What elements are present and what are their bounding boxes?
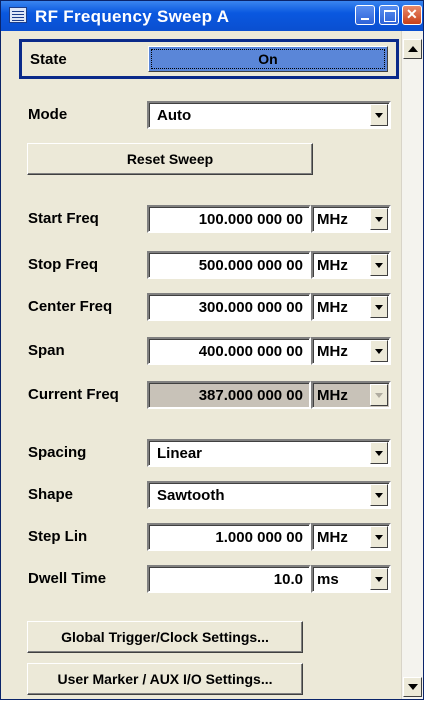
center-freq-unit-select[interactable]: MHz [311, 293, 391, 321]
step-lin-value: 1.000 000 00 [215, 529, 303, 546]
chevron-down-icon[interactable] [370, 442, 388, 464]
user-marker-aux-io-settings-button[interactable]: User Marker / AUX I/O Settings... [27, 663, 303, 695]
minimize-button[interactable] [355, 5, 375, 25]
stop-freq-unit-select[interactable]: MHz [311, 251, 391, 279]
state-row: State On [19, 39, 399, 79]
scroll-up-icon[interactable] [403, 39, 422, 59]
stop-freq-input[interactable]: 500.000 000 00 [147, 251, 311, 279]
step-lin-unit: MHz [317, 529, 348, 546]
current-freq-unit-select: MHz [311, 381, 391, 409]
span-unit-select[interactable]: MHz [311, 337, 391, 365]
chevron-down-icon[interactable] [370, 296, 388, 318]
title-bar[interactable]: RF Frequency Sweep A [1, 1, 423, 31]
window-title: RF Frequency Sweep A [35, 7, 230, 26]
start-freq-unit-select[interactable]: MHz [311, 205, 391, 233]
maximize-button[interactable] [379, 5, 399, 25]
dwell-time-unit: ms [317, 571, 339, 588]
state-toggle-button[interactable]: On [148, 46, 388, 72]
reset-sweep-button[interactable]: Reset Sweep [27, 143, 313, 175]
shape-value: Sawtooth [157, 487, 225, 504]
state-label: State [30, 51, 67, 68]
start-freq-unit: MHz [317, 211, 348, 228]
chevron-down-icon[interactable] [370, 340, 388, 362]
dwell-time-unit-select[interactable]: ms [311, 565, 391, 593]
dwell-time-value: 10.0 [273, 571, 303, 588]
step-lin-label: Step Lin [28, 528, 88, 545]
close-button[interactable] [402, 5, 422, 25]
spacing-value: Linear [157, 445, 203, 462]
state-value: On [151, 49, 385, 69]
shape-select[interactable]: Sawtooth [147, 481, 391, 509]
current-freq-label: Current Freq [28, 386, 119, 403]
chevron-down-icon[interactable] [370, 208, 388, 230]
window-menu-icon[interactable] [9, 7, 27, 23]
current-freq-value: 387.000 000 00 [198, 387, 303, 404]
span-input[interactable]: 400.000 000 00 [147, 337, 311, 365]
mode-select[interactable]: Auto [147, 101, 391, 129]
span-unit: MHz [317, 343, 348, 360]
sweep-dialog: RF Frequency Sweep A State On Mode Auto … [0, 0, 424, 700]
dialog-content: State On Mode Auto Reset Sweep Start Fre… [1, 31, 401, 699]
dwell-time-input[interactable]: 10.0 [147, 565, 311, 593]
start-freq-label: Start Freq [28, 210, 99, 227]
stop-freq-label: Stop Freq [28, 256, 98, 273]
stop-freq-value: 500.000 000 00 [198, 257, 303, 274]
step-lin-unit-select[interactable]: MHz [311, 523, 391, 551]
dwell-time-label: Dwell Time [28, 570, 107, 587]
mode-label: Mode [28, 106, 68, 123]
start-freq-input[interactable]: 100.000 000 00 [147, 205, 311, 233]
chevron-down-icon [370, 384, 388, 406]
center-freq-label: Center Freq [28, 298, 113, 315]
mode-value: Auto [157, 107, 192, 124]
chevron-down-icon[interactable] [370, 254, 388, 276]
scroll-down-icon[interactable] [403, 677, 422, 697]
start-freq-value: 100.000 000 00 [198, 211, 303, 228]
center-freq-unit: MHz [317, 299, 348, 316]
chevron-down-icon[interactable] [370, 526, 388, 548]
shape-label: Shape [28, 486, 74, 503]
current-freq-unit: MHz [317, 387, 348, 404]
center-freq-value: 300.000 000 00 [198, 299, 303, 316]
vertical-scrollbar[interactable] [401, 31, 423, 699]
global-trigger-clock-settings-button[interactable]: Global Trigger/Clock Settings... [27, 621, 303, 653]
span-label: Span [28, 342, 65, 359]
spacing-select[interactable]: Linear [147, 439, 391, 467]
step-lin-input[interactable]: 1.000 000 00 [147, 523, 311, 551]
span-value: 400.000 000 00 [198, 343, 303, 360]
chevron-down-icon[interactable] [370, 568, 388, 590]
stop-freq-unit: MHz [317, 257, 348, 274]
current-freq-display: 387.000 000 00 [147, 381, 311, 409]
chevron-down-icon[interactable] [370, 104, 388, 126]
spacing-label: Spacing [28, 444, 87, 461]
chevron-down-icon[interactable] [370, 484, 388, 506]
center-freq-input[interactable]: 300.000 000 00 [147, 293, 311, 321]
